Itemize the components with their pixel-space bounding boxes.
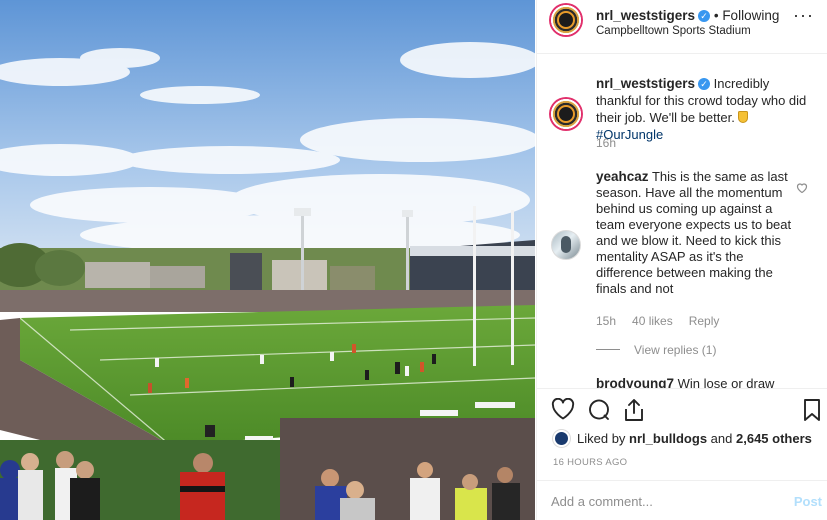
liker-avatar[interactable] <box>553 430 570 447</box>
caption-text: nrl_weststigers ✓ Incredibly thankful for… <box>596 75 816 143</box>
next-comment-username[interactable]: brodyoung7 <box>596 376 674 388</box>
comment-icon[interactable] <box>587 398 611 425</box>
comment-like-heart-icon[interactable] <box>796 180 808 196</box>
caption-avatar[interactable] <box>549 97 583 131</box>
liker-username[interactable]: nrl_bulldogs <box>629 431 707 446</box>
comment-username[interactable]: yeahcaz <box>596 169 649 184</box>
post-actions <box>537 388 827 430</box>
comment-body: This is the same as last season. Have al… <box>596 169 792 296</box>
comments-list[interactable]: nrl_weststigers ✓ Incredibly thankful for… <box>537 54 827 388</box>
header-separator: • <box>713 8 719 23</box>
ellipsis-icon[interactable]: ··· <box>793 5 814 26</box>
comment-input[interactable]: Add a comment... <box>551 494 653 509</box>
shield-emoji-icon <box>738 111 749 123</box>
liked-by-prefix: Liked by <box>577 431 626 446</box>
next-comment-text: Win lose or draw <box>677 376 775 388</box>
verified-badge-icon: ✓ <box>698 10 711 22</box>
comment-text: yeahcaz This is the same as last season.… <box>596 169 796 297</box>
likes-summary: Liked by nrl_bulldogs and 2,645 others <box>553 430 812 447</box>
bookmark-icon[interactable] <box>803 398 821 425</box>
post-header: nrl_weststigers ✓ • Following Campbelltow… <box>537 0 827 54</box>
caption-username[interactable]: nrl_weststigers <box>596 76 695 91</box>
location-link[interactable]: Campbelltown Sports Stadium <box>596 25 751 37</box>
share-icon[interactable] <box>623 398 645 425</box>
comment-likes[interactable]: 40 likes <box>632 314 673 328</box>
commenter-avatar[interactable] <box>551 230 581 260</box>
next-comment-preview: brodyoung7 Win lose or draw <box>596 376 774 388</box>
header-username[interactable]: nrl_weststigers <box>596 8 695 23</box>
account-avatar[interactable] <box>549 3 583 37</box>
following-button[interactable]: Following <box>722 8 779 23</box>
replies-divider <box>596 349 620 350</box>
view-replies-label: View replies (1) <box>634 343 717 357</box>
header-user-line: nrl_weststigers ✓ • Following <box>596 8 779 23</box>
comment-meta: 15h 40 likes Reply <box>596 314 735 328</box>
comment-time[interactable]: 15h <box>596 314 616 328</box>
post-timestamp[interactable]: 16 HOURS AGO <box>553 457 627 468</box>
likes-count-link[interactable]: 2,645 others <box>736 431 812 446</box>
liked-by-and: and <box>710 431 733 446</box>
post-comment-button[interactable]: Post <box>794 494 822 509</box>
verified-badge-icon: ✓ <box>698 78 711 90</box>
view-replies-button[interactable]: View replies (1) <box>596 343 716 357</box>
add-comment-bar: Add a comment... Post <box>537 480 827 520</box>
caption-time[interactable]: 16h <box>596 136 616 150</box>
heart-icon[interactable] <box>551 397 575 423</box>
stadium-photo <box>0 0 535 520</box>
post-photo[interactable] <box>0 0 535 520</box>
post-side-panel: nrl_weststigers ✓ • Following Campbelltow… <box>536 0 827 520</box>
reply-button[interactable]: Reply <box>689 314 720 328</box>
